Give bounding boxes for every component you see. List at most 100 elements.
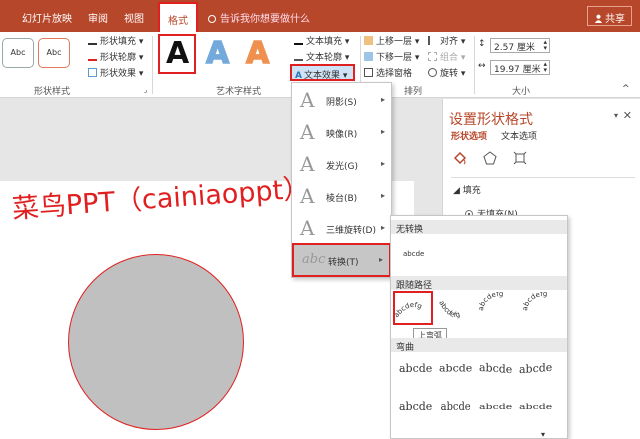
tab-review[interactable]: 审阅	[88, 10, 108, 25]
lightbulb-icon	[208, 15, 216, 23]
chevron-right-icon: ▸	[380, 159, 385, 168]
circle-shape[interactable]	[68, 254, 244, 430]
wordart-style-2[interactable]: A	[205, 35, 230, 72]
scroll-down-icon[interactable]: ▾	[541, 430, 545, 439]
shape-effects-label: 形状效果	[100, 69, 137, 79]
spinner-arrows-icon[interactable]: ▴ ▾	[543, 61, 547, 74]
selection-pane-label: 选择窗格	[376, 69, 413, 79]
shape-style-1[interactable]: Abc	[2, 38, 34, 68]
arch-down-option[interactable]: abcdefg	[437, 299, 461, 319]
tab-shape-options[interactable]: 形状选项	[451, 129, 487, 142]
shape-effects-icon	[88, 68, 97, 77]
shape-fill-button[interactable]: 形状填充 ▾	[88, 34, 143, 47]
ribbon-separator	[474, 36, 475, 94]
text-outline-icon	[294, 52, 303, 61]
circle-option[interactable]: abcdefg	[477, 292, 504, 311]
bring-forward-button[interactable]: 上移一层 ▾	[364, 34, 419, 47]
tell-me-text: 告诉我你想要做什么	[220, 14, 310, 25]
transform-submenu: 无转换 abcde 跟随路径 abcdefg abcdefg abcdefg a…	[390, 215, 568, 439]
group-label: 组合	[440, 53, 459, 63]
chevron-right-icon: ▸	[380, 223, 385, 232]
send-backward-button[interactable]: 下移一层 ▾	[364, 50, 419, 63]
width-field[interactable]: 19.97 厘米 ▴ ▾	[490, 60, 550, 75]
paint-bucket-icon[interactable]	[453, 151, 467, 165]
menu-item-label: 发光(G)	[326, 162, 358, 172]
share-label: 共享	[605, 14, 625, 25]
button-option[interactable]: abcdefg	[521, 292, 548, 311]
shape-effects-button[interactable]: 形状效果 ▾	[88, 66, 143, 79]
group-label-shape-styles: 形状样式	[34, 87, 71, 97]
shape-style-2[interactable]: Abc	[38, 38, 70, 68]
send-backward-icon	[364, 52, 373, 61]
bring-forward-label: 上移一层	[376, 37, 413, 47]
warp-option[interactable]: abcde	[519, 361, 552, 376]
bring-forward-icon	[364, 36, 373, 45]
menu-item-transform[interactable]: abc 转换(T) ▸	[292, 243, 391, 277]
tab-view[interactable]: 视图	[124, 10, 144, 25]
menu-item-bevel[interactable]: A 棱台(B) ▸	[292, 181, 391, 212]
warp-option[interactable]: abcde	[439, 363, 472, 375]
text-effects-icon: A	[295, 71, 302, 81]
group-button[interactable]: 组合 ▾	[428, 50, 465, 63]
menu-item-label: 映像(R)	[326, 130, 358, 140]
dialog-launcher-icon[interactable]: ⌟	[144, 86, 147, 94]
warp-option[interactable]: abcde	[479, 361, 512, 376]
group-icon	[428, 52, 437, 61]
pane-options-icon[interactable]: ▾	[614, 111, 618, 120]
text-effects-label: 文本效果	[303, 71, 340, 81]
text-outline-label: 文本轮廓	[306, 53, 343, 63]
ribbon-separator	[152, 36, 153, 94]
align-button[interactable]: 对齐 ▾	[428, 34, 465, 47]
rotate-label: 旋转	[440, 69, 459, 79]
warp-option[interactable]: abcde	[399, 362, 432, 375]
group-label-arrange: 排列	[404, 87, 423, 97]
width-icon: ↔	[478, 61, 486, 71]
text-fill-button[interactable]: 文本填充 ▾	[294, 34, 349, 47]
menu-item-shadow[interactable]: A 阴影(S) ▸	[292, 85, 391, 116]
wordart-selection-highlight	[158, 34, 196, 74]
no-transform-option[interactable]: abcde	[403, 250, 424, 258]
shape-outline-button[interactable]: 形状轮廓 ▾	[88, 50, 143, 63]
text-fill-label: 文本填充	[306, 37, 343, 47]
group-label-size: 大小	[512, 87, 531, 97]
tab-slideshow[interactable]: 幻灯片放映	[22, 10, 72, 25]
shape-fill-label: 形状填充	[100, 37, 137, 47]
chevron-right-icon: ▸	[378, 255, 383, 264]
close-icon[interactable]: ✕	[623, 109, 632, 122]
menu-item-glow[interactable]: A 发光(G) ▸	[292, 149, 391, 180]
height-field[interactable]: 2.57 厘米 ▴ ▾	[490, 38, 550, 53]
warp-option[interactable]: abcde	[399, 400, 432, 413]
tell-me-box[interactable]: 告诉我你想要做什么	[208, 10, 310, 25]
follow-path-header: 跟随路径	[391, 276, 567, 291]
pentagon-icon[interactable]	[483, 151, 497, 165]
warp-option[interactable]: abcde	[479, 402, 512, 411]
rotate-button[interactable]: 旋转 ▾	[428, 66, 465, 79]
paint-bucket-icon	[88, 36, 97, 45]
arch-down-text: abcdefg	[437, 299, 461, 319]
arch-up-highlight	[393, 291, 433, 325]
selection-pane-icon	[364, 68, 373, 77]
share-button[interactable]: 共享	[587, 6, 632, 26]
pencil-icon	[88, 52, 97, 61]
height-icon: ↕	[478, 39, 486, 49]
chevron-right-icon: ▸	[380, 95, 385, 104]
collapse-ribbon-icon[interactable]: ^	[622, 84, 630, 94]
user-icon	[594, 14, 603, 23]
warp-header: 弯曲	[391, 338, 567, 353]
wordart-style-3[interactable]: A	[245, 35, 270, 72]
warp-option[interactable]: abcde	[519, 402, 552, 411]
spinner-arrows-icon[interactable]: ▴ ▾	[543, 39, 547, 52]
group-label-wordart: 艺术字样式	[216, 87, 262, 97]
text-fill-icon	[294, 36, 303, 45]
size-properties-icon[interactable]	[513, 151, 527, 165]
warp-option[interactable]: abcde	[441, 400, 471, 413]
text-effects-button[interactable]: A 文本效果 ▾	[290, 64, 355, 81]
tab-text-options[interactable]: 文本选项	[501, 129, 537, 142]
selection-pane-button[interactable]: 选择窗格	[364, 66, 412, 79]
fill-section-header[interactable]: ◢ 填充	[453, 183, 481, 196]
menu-item-reflection[interactable]: A 映像(R) ▸	[292, 117, 391, 148]
pane-title: 设置形状格式	[449, 112, 533, 128]
text-outline-button[interactable]: 文本轮廓 ▾	[294, 50, 349, 63]
tab-format[interactable]: 格式	[158, 2, 198, 32]
menu-item-3d-rotation[interactable]: A 三维旋转(D) ▸	[292, 213, 391, 244]
